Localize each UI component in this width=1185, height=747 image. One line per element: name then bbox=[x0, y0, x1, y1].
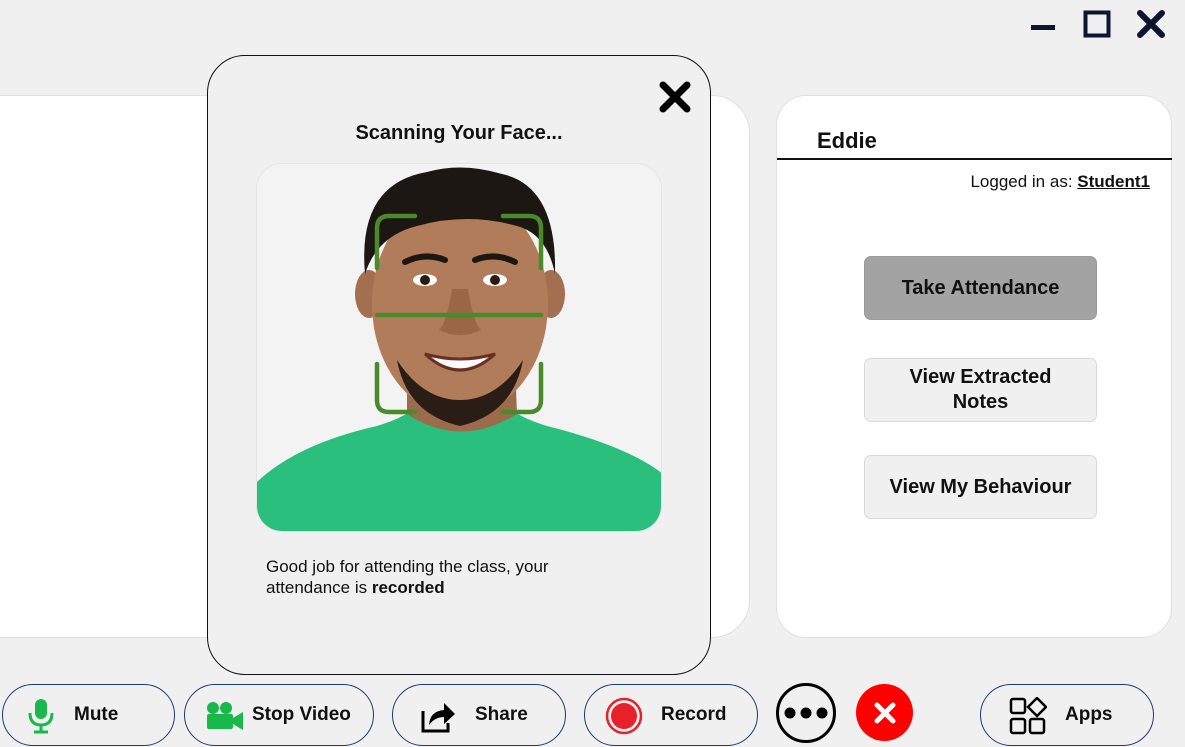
mute-label: Mute bbox=[74, 704, 119, 725]
view-notes-button[interactable]: View Extracted Notes bbox=[864, 358, 1097, 422]
close-icon bbox=[1137, 10, 1165, 38]
record-icon bbox=[604, 696, 644, 736]
more-options-button[interactable] bbox=[776, 683, 836, 743]
share-button[interactable]: Share bbox=[392, 684, 566, 746]
video-camera-icon bbox=[205, 696, 245, 736]
maximize-button[interactable] bbox=[1081, 8, 1113, 40]
divider bbox=[777, 158, 1172, 160]
mute-button[interactable]: Mute bbox=[2, 684, 175, 746]
apps-button[interactable]: Apps bbox=[980, 684, 1154, 746]
modal-title: Scanning Your Face... bbox=[355, 122, 563, 144]
face-scan-illustration bbox=[257, 164, 661, 531]
attendance-message: Good job for attending the class, your a… bbox=[266, 556, 586, 598]
record-button[interactable]: Record bbox=[584, 684, 758, 746]
logged-in-status: Logged in as: Student1 bbox=[970, 172, 1150, 192]
record-label: Record bbox=[661, 704, 727, 725]
share-label: Share bbox=[475, 704, 528, 725]
apps-label: Apps bbox=[1065, 704, 1113, 725]
window-close-button[interactable] bbox=[1135, 8, 1167, 40]
end-call-button[interactable] bbox=[856, 684, 913, 741]
logged-in-label: Logged in as: bbox=[970, 172, 1078, 191]
window-controls bbox=[1027, 8, 1167, 40]
username-link[interactable]: Student1 bbox=[1077, 172, 1150, 191]
close-icon bbox=[874, 702, 895, 723]
minimize-button[interactable] bbox=[1027, 8, 1059, 40]
maximize-icon bbox=[1083, 10, 1111, 38]
minimize-icon bbox=[1031, 25, 1055, 30]
face-photo bbox=[256, 163, 662, 532]
apps-icon bbox=[1008, 696, 1048, 736]
stop-video-button[interactable]: Stop Video bbox=[184, 684, 374, 746]
view-behaviour-button[interactable]: View My Behaviour bbox=[864, 455, 1097, 519]
stop-video-label: Stop Video bbox=[252, 704, 351, 725]
take-attendance-button[interactable]: Take Attendance bbox=[864, 256, 1097, 320]
close-icon bbox=[659, 81, 691, 113]
message-status: recorded bbox=[371, 578, 445, 597]
microphone-icon bbox=[21, 696, 61, 736]
face-scan-modal: Scanning Your Face... Good job for atten… bbox=[207, 55, 711, 675]
modal-close-button[interactable] bbox=[658, 80, 692, 114]
side-panel: Eddie Logged in as: Student1 Take Attend… bbox=[776, 95, 1172, 638]
more-icon bbox=[784, 707, 828, 719]
participant-name: Eddie bbox=[817, 128, 877, 153]
share-icon bbox=[418, 696, 458, 736]
